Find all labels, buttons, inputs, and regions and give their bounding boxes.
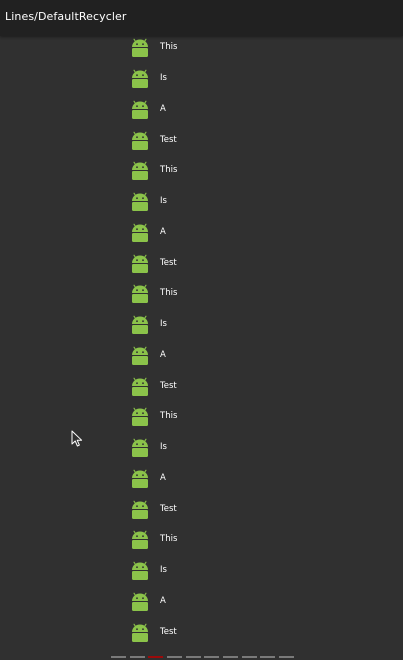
android-robot-icon: [132, 469, 148, 488]
page-indicator: [111, 656, 301, 658]
page-indicator-segment[interactable]: [279, 656, 294, 658]
page-indicator-segment[interactable]: [186, 656, 201, 658]
list-item-label: Test: [160, 135, 177, 145]
mouse-cursor-icon: [71, 430, 83, 447]
list-item[interactable]: Is: [128, 434, 328, 464]
list-item[interactable]: A: [128, 219, 328, 249]
android-robot-icon: [132, 438, 148, 457]
android-robot-icon: [132, 69, 148, 88]
android-robot-icon: [132, 192, 148, 211]
page-indicator-segment[interactable]: [260, 656, 275, 658]
android-robot-icon: [132, 161, 148, 180]
list-item[interactable]: This: [128, 403, 328, 433]
list-item[interactable]: Is: [128, 557, 328, 587]
list-item[interactable]: This: [128, 526, 328, 556]
list-item-label: Test: [160, 627, 177, 637]
android-robot-icon: [132, 100, 148, 119]
list-item[interactable]: Test: [128, 127, 328, 157]
android-robot-icon: [132, 561, 148, 580]
list-item-label: This: [160, 411, 178, 421]
list-item-label: Is: [160, 565, 167, 575]
page-indicator-segment-active[interactable]: [148, 656, 163, 658]
android-robot-icon: [132, 407, 148, 426]
page-indicator-segment[interactable]: [111, 656, 126, 658]
android-robot-icon: [132, 623, 148, 642]
page-indicator-segment[interactable]: [130, 656, 145, 658]
list-item-label: A: [160, 104, 166, 114]
list-item[interactable]: A: [128, 588, 328, 618]
list-item[interactable]: Is: [128, 188, 328, 218]
app-bar: Lines/DefaultRecycler: [0, 0, 403, 36]
android-robot-icon: [132, 500, 148, 519]
list-item-label: This: [160, 42, 178, 52]
list-item-label: A: [160, 473, 166, 483]
list-item[interactable]: This: [128, 36, 328, 64]
android-robot-icon: [132, 315, 148, 334]
android-robot-icon: [132, 377, 148, 396]
list-item[interactable]: A: [128, 342, 328, 372]
list-item[interactable]: Is: [128, 65, 328, 95]
app-title: Lines/DefaultRecycler: [5, 10, 127, 23]
list-item[interactable]: Is: [128, 311, 328, 341]
list-item-label: This: [160, 165, 178, 175]
list-item[interactable]: This: [128, 157, 328, 187]
list-item-label: Test: [160, 258, 177, 268]
page-indicator-segment[interactable]: [242, 656, 257, 658]
list-item-label: This: [160, 534, 178, 544]
list-item[interactable]: Test: [128, 250, 328, 280]
android-robot-icon: [132, 131, 148, 150]
list-item-label: Is: [160, 319, 167, 329]
list-item-label: A: [160, 227, 166, 237]
android-robot-icon: [132, 223, 148, 242]
list-item-label: Test: [160, 381, 177, 391]
list-item[interactable]: Test: [128, 373, 328, 403]
list-item[interactable]: A: [128, 465, 328, 495]
list-item-label: Is: [160, 73, 167, 83]
page-indicator-segment[interactable]: [167, 656, 182, 658]
list-item[interactable]: A: [128, 96, 328, 126]
list-item-label: A: [160, 350, 166, 360]
list-item[interactable]: Test: [128, 496, 328, 526]
list-item-label: Is: [160, 196, 167, 206]
list-item-label: Test: [160, 504, 177, 514]
list-item[interactable]: Test: [128, 619, 328, 649]
android-robot-icon: [132, 592, 148, 611]
list-item[interactable]: This: [128, 280, 328, 310]
page-indicator-segment[interactable]: [204, 656, 219, 658]
android-robot-icon: [132, 346, 148, 365]
list-item-label: Is: [160, 442, 167, 452]
recycler-list[interactable]: This Is A Test This Is A Test This Is A: [0, 36, 403, 654]
page-indicator-segment[interactable]: [223, 656, 238, 658]
list-item-label: A: [160, 596, 166, 606]
android-robot-icon: [132, 38, 148, 57]
list-item-label: This: [160, 288, 178, 298]
android-robot-icon: [132, 284, 148, 303]
android-robot-icon: [132, 530, 148, 549]
android-robot-icon: [132, 254, 148, 273]
